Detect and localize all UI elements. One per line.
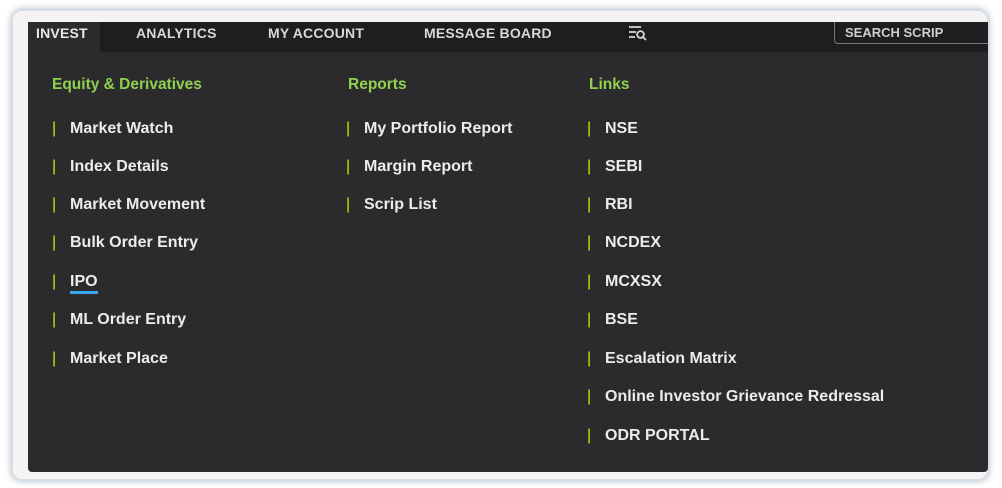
tab-analytics[interactable]: ANALYTICS [136, 22, 217, 52]
link-market-place[interactable]: | Market Place [52, 348, 168, 370]
link-market-watch[interactable]: | Market Watch [52, 118, 173, 140]
separator-bar: | [52, 234, 57, 251]
link-bse[interactable]: | BSE [587, 309, 638, 331]
link-odr-portal[interactable]: | ODR PORTAL [587, 425, 710, 447]
separator-bar: | [587, 120, 592, 137]
heading-equity-derivatives: Equity & Derivatives [52, 76, 202, 93]
link-index-details[interactable]: | Index Details [52, 156, 169, 178]
separator-bar: | [52, 120, 57, 137]
link-ipo[interactable]: | IPO [52, 271, 98, 294]
separator-bar: | [52, 196, 57, 213]
link-bulk-order-entry[interactable]: | Bulk Order Entry [52, 232, 198, 254]
separator-bar: | [587, 273, 592, 290]
heading-links: Links [589, 76, 630, 93]
separator-bar: | [52, 311, 57, 328]
separator-bar: | [587, 350, 592, 367]
link-my-portfolio-report[interactable]: | My Portfolio Report [346, 118, 512, 140]
mega-menu-panel: INVEST ANALYTICS MY ACCOUNT MESSAGE BOAR… [28, 22, 988, 472]
filter-list-icon[interactable] [628, 24, 648, 42]
separator-bar: | [587, 388, 592, 405]
link-ml-order-entry[interactable]: | ML Order Entry [52, 309, 186, 331]
separator-bar: | [52, 350, 57, 367]
tab-message-board[interactable]: MESSAGE BOARD [424, 22, 552, 52]
search-scrip-input[interactable] [834, 22, 988, 44]
link-escalation-matrix[interactable]: | Escalation Matrix [587, 348, 737, 370]
separator-bar: | [587, 311, 592, 328]
link-online-investor-grievance-redressal[interactable]: | Online Investor Grievance Redressal [587, 386, 884, 408]
active-link-underline: IPO [70, 273, 98, 294]
separator-bar: | [346, 120, 351, 137]
separator-bar: | [587, 234, 592, 251]
separator-bar: | [346, 196, 351, 213]
link-sebi[interactable]: | SEBI [587, 156, 642, 178]
separator-bar: | [346, 158, 351, 175]
top-nav-bar: INVEST ANALYTICS MY ACCOUNT MESSAGE BOAR… [28, 22, 988, 52]
tab-my-account[interactable]: MY ACCOUNT [268, 22, 364, 52]
separator-bar: | [52, 158, 57, 175]
link-scrip-list[interactable]: | Scrip List [346, 194, 437, 216]
link-margin-report[interactable]: | Margin Report [346, 156, 472, 178]
separator-bar: | [52, 273, 57, 290]
heading-reports: Reports [348, 76, 407, 93]
separator-bar: | [587, 427, 592, 444]
link-nse[interactable]: | NSE [587, 118, 638, 140]
link-mcxsx[interactable]: | MCXSX [587, 271, 662, 293]
separator-bar: | [587, 196, 592, 213]
link-market-movement[interactable]: | Market Movement [52, 194, 205, 216]
separator-bar: | [587, 158, 592, 175]
tab-invest[interactable]: INVEST [28, 22, 100, 52]
link-rbi[interactable]: | RBI [587, 194, 633, 216]
link-ncdex[interactable]: | NCDEX [587, 232, 661, 254]
